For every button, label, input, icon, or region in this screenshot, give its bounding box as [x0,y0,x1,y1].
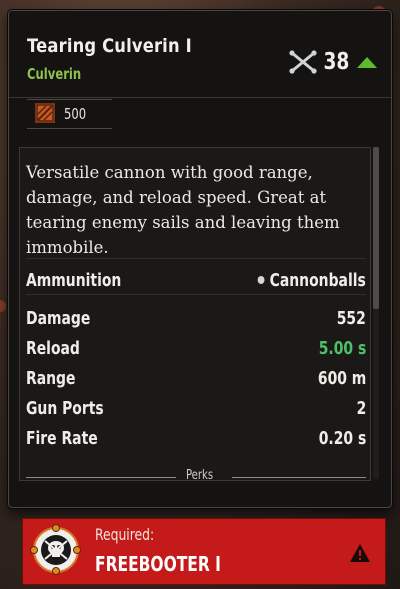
stat-row-damage: Damage 552 [26,304,366,332]
item-description: Versatile cannon with good range, damage… [26,163,340,257]
stat-row-gun-ports: Gun Ports 2 [26,394,366,422]
perks-divider-line [26,477,176,478]
stat-value: 0.20 s [318,427,366,449]
stat-label: Fire Rate [26,427,98,449]
stat-label: Gun Ports [26,397,104,419]
badge-dot [73,546,81,554]
item-level-value: 38 [323,49,350,75]
tooltip-header: Tearing Culverin I Culverin 38 [9,11,391,97]
item-tooltip: Tearing Culverin I Culverin 38 500 Versa… [8,10,392,508]
header-divider [9,97,391,98]
perks-heading: Perks [186,468,214,483]
stat-divider [26,258,366,259]
stat-value: 552 [336,307,366,329]
cannonball-icon [257,276,265,284]
stat-value: 2 [356,397,366,419]
item-cost: 500 [64,105,87,123]
badge-dot [52,567,60,575]
tooltip-scroll-area[interactable]: Versatile cannon with good range, damage… [19,147,371,484]
stat-value: 5.00 s [318,337,366,359]
scrollbar[interactable] [373,147,379,479]
stat-label: Damage [26,307,91,329]
stat-row-range: Range 600 m [26,364,366,392]
stat-value-text: Cannonballs [269,269,366,291]
stat-row-ammunition: Ammunition Cannonballs [26,266,366,294]
stat-value: Cannonballs [257,269,366,291]
item-name: Tearing Culverin I [27,35,192,57]
perks-divider-line [232,477,366,478]
stat-row-reload: Reload 5.00 s [26,334,366,362]
requirement-value: FREEBOOTER I [95,552,221,576]
stat-label: Reload [26,337,80,359]
up-arrow-icon [357,56,377,68]
perks-divider: Perks [26,468,366,484]
background-speck [0,300,6,312]
stat-label: Range [26,367,76,389]
stat-value: 600 m [317,367,366,389]
item-level: 38 [288,49,377,75]
stat-label: Ammunition [26,269,122,291]
crossed-cannons-icon [289,50,317,74]
requirement-label: Required: [95,525,155,544]
badge-dot [30,546,38,554]
stat-row-fire-rate: Fire Rate 0.20 s [26,424,366,452]
stat-divider [26,294,366,295]
warning-icon [350,544,370,562]
item-type: Culverin [27,65,82,83]
crate-icon [35,103,55,123]
scrollbar-thumb[interactable] [373,147,379,309]
requirement-banner: Required: FREEBOOTER I [22,518,386,585]
pirate-skull-badge-icon [30,524,81,575]
badge-dot [52,524,60,532]
